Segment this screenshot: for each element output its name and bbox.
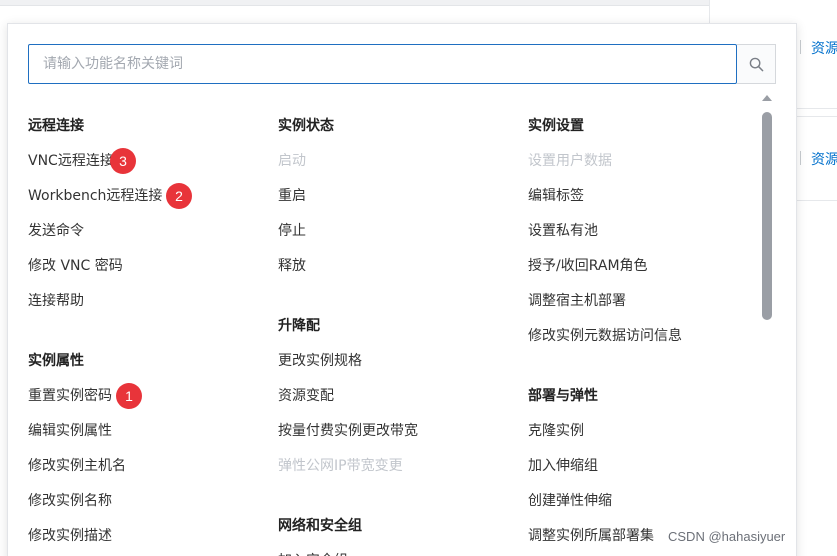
action-resource-change[interactable]: 资源变配: [278, 382, 508, 417]
group-title-remote-connection: 远程连接: [28, 118, 84, 134]
action-change-bandwidth[interactable]: 按量付费实例更改带宽: [278, 417, 508, 452]
scrollbar-thumb[interactable]: [762, 112, 772, 320]
group-title-deployment-elasticity: 部署与弹性: [528, 388, 598, 404]
action-set-user-data: 设置用户数据: [528, 153, 612, 169]
annotation-badge: 1: [116, 383, 142, 409]
background-link-separator: [800, 40, 801, 54]
action-modify-vnc-password[interactable]: 修改 VNC 密码: [28, 252, 258, 287]
action-restart[interactable]: 重启: [278, 182, 508, 217]
group-title-instance-status: 实例状态: [278, 118, 334, 134]
action-change-instance-type[interactable]: 更改实例规格: [278, 347, 508, 382]
scroll-up-arrow-icon[interactable]: [762, 95, 772, 101]
action-start: 启动: [278, 153, 306, 169]
scrollbar[interactable]: [760, 90, 774, 556]
action-set-private-pool[interactable]: 设置私有池: [528, 217, 758, 252]
action-stop[interactable]: 停止: [278, 217, 508, 252]
group-title-instance-properties: 实例属性: [28, 353, 84, 369]
action-modify-hostname[interactable]: 修改实例主机名: [28, 452, 258, 487]
action-modify-metadata-access[interactable]: 修改实例元数据访问信息: [528, 322, 758, 357]
search-icon: [749, 57, 763, 71]
action-edit-instance-properties[interactable]: 编辑实例属性: [28, 417, 258, 452]
group-title-scaling: 升降配: [278, 318, 320, 334]
action-eip-bandwidth-change: 弹性公网IP带宽变更: [278, 458, 403, 474]
action-modify-instance-name[interactable]: 修改实例名称: [28, 487, 258, 522]
background-resource-link[interactable]: 资源: [811, 38, 837, 58]
action-adjust-host-deployment[interactable]: 调整宿主机部署: [528, 287, 758, 322]
action-column: 实例状态 启动 重启 停止 释放 升降配 更改实例规格 资源变配 按量付费实例更…: [278, 112, 508, 556]
action-label: VNC远程连接: [28, 153, 114, 169]
action-join-security-group[interactable]: 加入安全组: [278, 547, 508, 556]
action-edit-tags[interactable]: 编辑标签: [528, 182, 758, 217]
action-release[interactable]: 释放: [278, 252, 508, 287]
background-resource-link[interactable]: 资源: [811, 149, 837, 169]
action-join-scaling-group[interactable]: 加入伸缩组: [528, 452, 758, 487]
annotation-badge: 3: [110, 148, 136, 174]
action-ram-role[interactable]: 授予/收回RAM角色: [528, 252, 758, 287]
action-label: Workbench远程连接: [28, 188, 163, 204]
annotation-badge: 2: [166, 183, 192, 209]
search-bar: [28, 44, 776, 84]
action-reset-instance-password[interactable]: 重置实例密码 1: [28, 382, 258, 417]
action-vnc-remote-connect[interactable]: VNC远程连接 3: [28, 147, 258, 182]
watermark: CSDN @hahasiyuer: [668, 529, 786, 544]
action-create-auto-scaling[interactable]: 创建弹性伸缩: [528, 487, 758, 522]
action-connection-help[interactable]: 连接帮助: [28, 287, 258, 322]
more-actions-dropdown: 远程连接 VNC远程连接 3 Workbench远程连接 2 发送命令 修改 V…: [7, 23, 797, 556]
action-modify-instance-description[interactable]: 修改实例描述: [28, 522, 258, 556]
action-label: 重置实例密码: [28, 388, 112, 404]
background-link-separator: [800, 151, 801, 165]
action-column: 实例设置 设置用户数据 编辑标签 设置私有池 授予/收回RAM角色 调整宿主机部…: [528, 112, 758, 556]
group-title-instance-settings: 实例设置: [528, 118, 584, 134]
action-send-command[interactable]: 发送命令: [28, 217, 258, 252]
search-input[interactable]: [28, 44, 737, 84]
group-title-network-security: 网络和安全组: [278, 518, 362, 534]
action-clone-instance[interactable]: 克隆实例: [528, 417, 758, 452]
search-button[interactable]: [737, 44, 776, 84]
action-workbench-remote-connect[interactable]: Workbench远程连接 2: [28, 182, 258, 217]
action-column: 远程连接 VNC远程连接 3 Workbench远程连接 2 发送命令 修改 V…: [28, 112, 258, 556]
